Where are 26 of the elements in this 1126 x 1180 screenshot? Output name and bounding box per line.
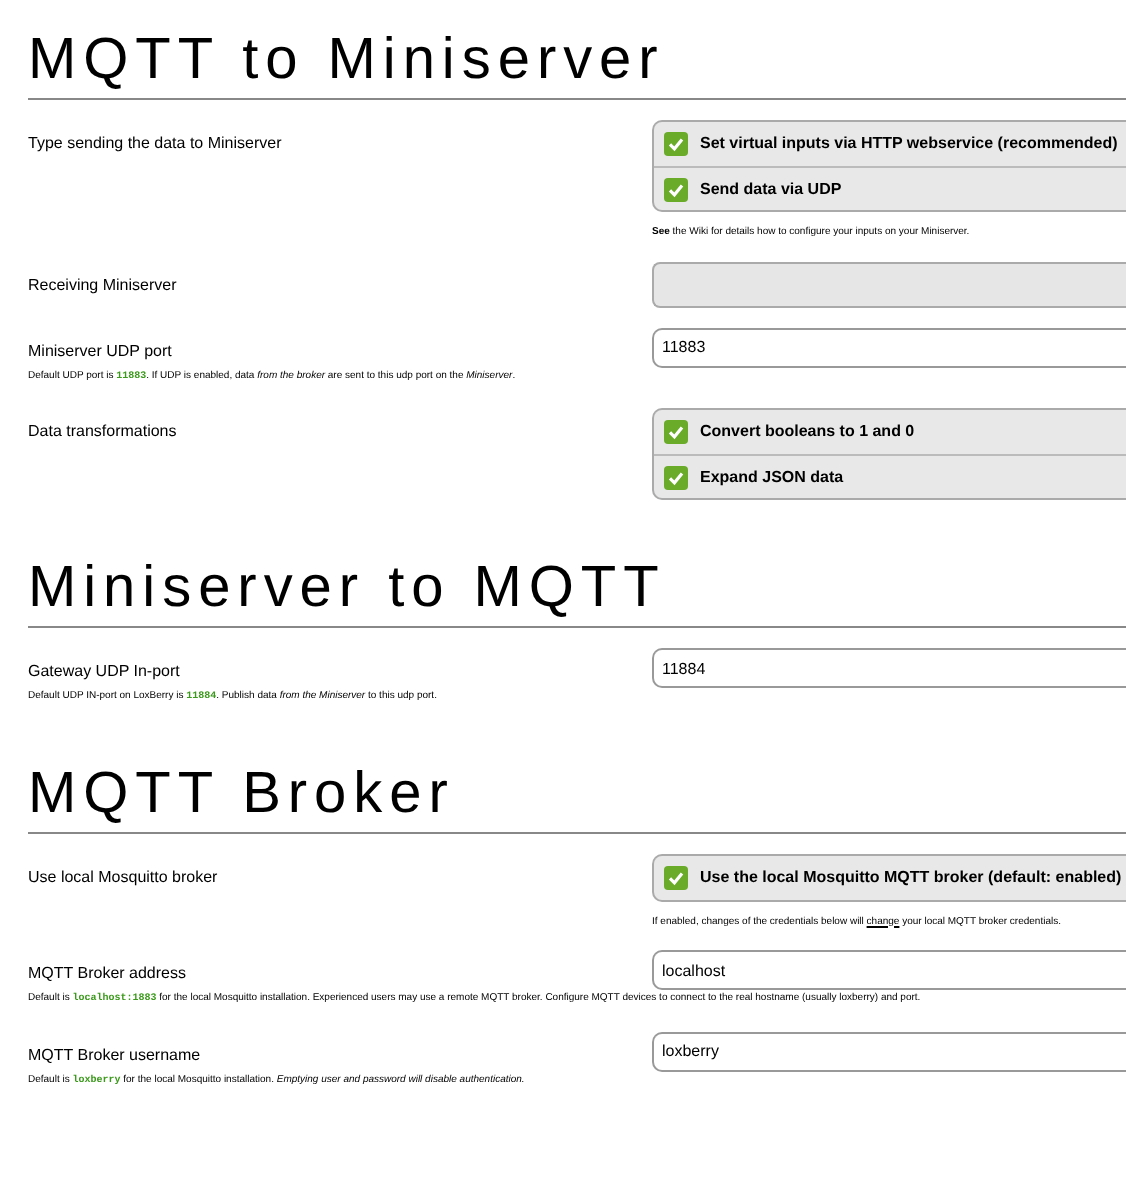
field-label: Miniserver UDP port	[28, 339, 174, 364]
checkbox-option[interactable]: Use the local Mosquitto MQTT broker (default: enabled)	[654, 855, 1126, 899]
checkbox-icon[interactable]	[664, 177, 688, 201]
checkbox-icon[interactable]	[664, 132, 688, 156]
section-heading: MQTT Broker	[28, 733, 1126, 833]
field-label: Receiving Miniserver	[28, 273, 179, 298]
text-input[interactable]: localhost	[652, 950, 1126, 990]
field-label: Use local Mosquitto broker	[28, 865, 220, 890]
checkbox-option[interactable]: Set virtual inputs via HTTP webservice (recommended)	[654, 122, 1126, 166]
checkbox-option[interactable]: Expand JSON data	[654, 454, 1126, 498]
text-input[interactable]: loxberry	[652, 1031, 1126, 1071]
checkbox-option[interactable]: Convert booleans to 1 and 0	[654, 410, 1126, 454]
field-label: Gateway UDP In-port	[28, 660, 182, 684]
checkbox-icon[interactable]	[664, 865, 688, 889]
field-label: Type sending the data to Miniserver	[28, 132, 284, 156]
text-input[interactable]: 11884	[652, 648, 1126, 688]
field-label: MQTT Broker username	[28, 1043, 203, 1067]
field-label: Data transformations	[28, 420, 179, 444]
text-input[interactable]: 11883	[652, 327, 1126, 367]
section-heading: Miniserver to MQTT	[28, 528, 1126, 628]
checkbox-icon[interactable]	[664, 420, 688, 444]
field-label: MQTT Broker address	[28, 962, 188, 986]
checkbox-icon[interactable]	[664, 465, 688, 489]
section-heading: MQTT to Miniserver	[28, 0, 1126, 100]
checkbox-option[interactable]: Send data via UDP	[654, 166, 1126, 210]
dropdown-field[interactable]	[652, 261, 1126, 307]
